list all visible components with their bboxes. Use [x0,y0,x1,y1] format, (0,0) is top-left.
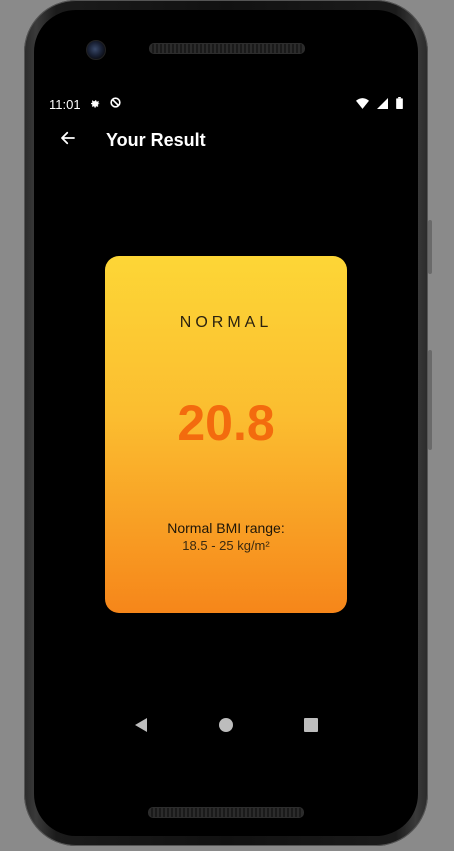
nav-recents-button[interactable] [293,710,329,744]
back-triangle-icon [134,717,148,738]
earpiece-speaker [149,43,305,54]
bottom-speaker [148,807,304,818]
bmi-category: NORMAL [179,314,273,331]
status-time: 11:01 [49,96,81,112]
status-bar: 11:01 [49,96,403,112]
cell-signal-icon [377,97,388,112]
front-camera [86,40,106,60]
settings-gear-icon [89,97,101,112]
data-saver-icon [109,96,122,112]
page-title: Your Result [106,129,206,150]
bmi-range-value: 18.5 - 25 kg/m² [182,538,270,553]
bmi-result-card: NORMAL 20.8 Normal BMI range: 18.5 - 25 … [105,256,347,613]
status-right [356,96,403,112]
bmi-range-label: Normal BMI range: [167,520,285,536]
nav-home-button[interactable] [208,710,244,744]
bmi-value: 20.8 [177,395,275,451]
phone-frame: 11:01 Your Result NORMAL 20.8 Normal BMI… [24,0,432,846]
arrow-back-icon [59,129,77,152]
nav-back-button[interactable] [123,710,159,744]
recents-square-icon [304,717,319,737]
app-bar: Your Result [34,122,418,158]
back-button[interactable] [48,122,88,158]
volume-button [428,220,432,274]
device-screen: 11:01 Your Result NORMAL 20.8 Normal BMI… [34,10,418,836]
status-left: 11:01 [49,96,122,112]
system-nav-bar [34,710,418,744]
home-circle-icon [218,717,234,738]
power-button [428,350,432,450]
battery-icon [396,96,403,112]
wifi-icon [356,97,369,112]
